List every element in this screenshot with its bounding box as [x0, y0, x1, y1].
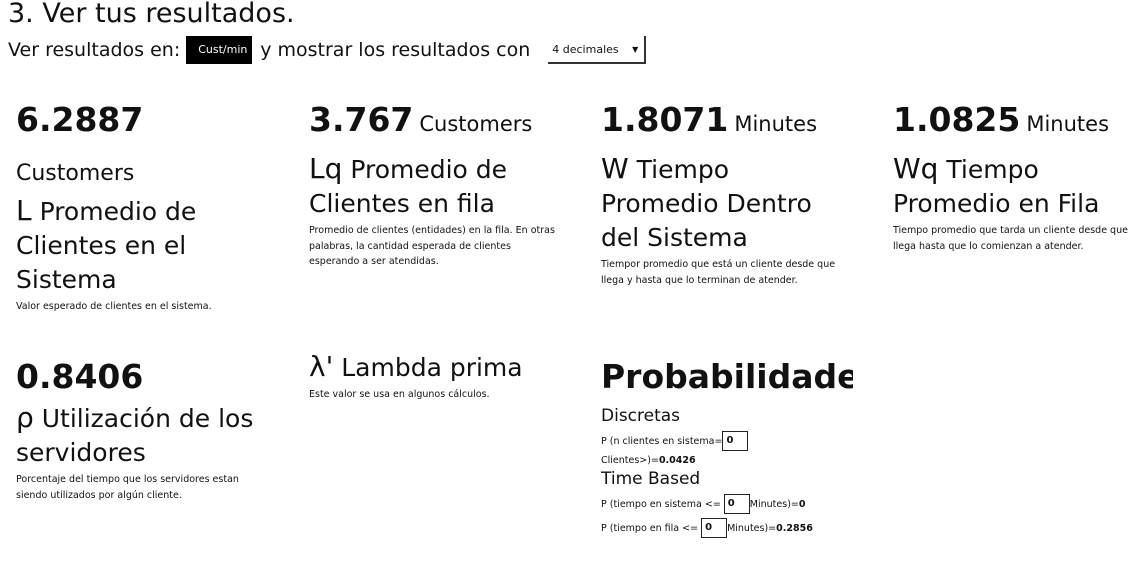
discrete-row: P (n clientes en sistema= 0: [601, 431, 861, 451]
metric-label: Wq Tiempo Promedio en Fila: [893, 152, 1131, 221]
metric-value: 6.2887: [16, 100, 144, 139]
metric-unit: Minutes: [1026, 112, 1110, 136]
discrete-result-prefix: Clientes>)=: [601, 455, 659, 466]
metric-card-L: 6.2887 Customers L Promedio de Clientes …: [16, 100, 264, 315]
queue-time-unit: Minutes)=: [727, 522, 777, 534]
metric-unit: Customers: [16, 161, 135, 186]
system-time-input[interactable]: 0: [723, 494, 750, 514]
probabilities-panel: Probabilidades Discretas P (n clientes e…: [601, 357, 861, 538]
metric-value-line: 3.767 Customers: [309, 100, 557, 144]
metric-label: W Tiempo Promedio Dentro del Sistema: [601, 152, 849, 255]
metric-value-line: 1.0825 Minutes: [893, 100, 1131, 144]
metric-unit: Customers: [419, 112, 533, 136]
system-time-unit: Minutes)=: [749, 498, 799, 510]
metric-description: Tiempo promedio que tarda un cliente des…: [893, 225, 1128, 252]
decimals-select[interactable]: 4 decimales ▼: [548, 36, 647, 64]
metric-value: 1.8071: [601, 100, 729, 139]
metric-symbol: W: [601, 152, 629, 185]
queue-time-result: 0.2856: [776, 522, 813, 534]
system-time-label: P (tiempo en sistema <=: [601, 498, 721, 510]
decimals-value: 4 decimales: [552, 42, 619, 56]
metric-label-text: Utilización de los servidores: [16, 404, 254, 467]
system-time-result: 0: [798, 498, 806, 510]
metric-label-text: Promedio de Clientes en el Sistema: [16, 197, 197, 294]
metric-card-Lq: 3.767 Customers Lq Promedio de Clientes e…: [309, 100, 557, 270]
discrete-n-input[interactable]: 0: [722, 431, 749, 451]
metric-value-line: 1.8071 Minutes: [601, 100, 849, 144]
metric-symbol: Lq: [309, 152, 343, 185]
chevron-down-icon: ▼: [632, 44, 639, 54]
discrete-label: P (n clientes en sistema=: [601, 435, 723, 447]
metric-label-text: Tiempo Promedio Dentro del Sistema: [601, 155, 812, 252]
section-title: 3. Ver tus resultados.: [8, 0, 295, 29]
metric-unit: Minutes: [734, 112, 818, 136]
metric-value: 1.0825: [893, 100, 1021, 139]
metric-description: Porcentaje del tiempo que los servidores…: [16, 474, 239, 501]
metric-symbol: ρ: [16, 401, 34, 434]
metric-description: Tiempor promedio que está un cliente des…: [601, 259, 836, 286]
metric-label: λ' Lambda prima: [309, 350, 557, 385]
metric-label: Lq Promedio de Clientes en fila: [309, 152, 557, 221]
metric-symbol: λ': [309, 350, 334, 383]
metric-label: L Promedio de Clientes en el Sistema: [16, 194, 264, 297]
metric-card-Wq: 1.0825 Minutes Wq Tiempo Promedio en Fila…: [893, 100, 1131, 254]
metric-description: Valor esperado de clientes en el sistema…: [16, 301, 212, 312]
unit-selector-button[interactable]: Cust/min: [186, 36, 253, 64]
metric-symbol: Wq: [893, 152, 939, 185]
metric-label: ρ Utilización de los servidores: [16, 401, 264, 470]
metric-description: Promedio de clientes (entidades) en la f…: [309, 225, 555, 267]
time-based-title: Time Based: [601, 469, 701, 489]
queue-time-label: P (tiempo en fila <=: [601, 522, 699, 534]
results-controls: Ver resultados en: Cust/min y mostrar lo…: [8, 36, 647, 64]
metric-description: Este valor se usa en algunos cálculos.: [309, 389, 490, 400]
show-with-label: y mostrar los resultados con: [260, 39, 531, 61]
system-time-row: P (tiempo en sistema <= 0 Minutes)= 0: [601, 494, 861, 514]
queue-time-input[interactable]: 0: [701, 518, 728, 538]
metric-card-rho: 0.8406 ρ Utilización de los servidores P…: [16, 357, 264, 503]
metric-card-W: 1.8071 Minutes W Tiempo Promedio Dentro d…: [601, 100, 849, 288]
probabilities-title: Probabilidades: [601, 357, 853, 396]
metric-value: 0.8406: [16, 357, 144, 396]
view-in-label: Ver resultados en:: [8, 39, 181, 61]
discrete-result: 0.0426: [658, 455, 696, 466]
metric-symbol: L: [16, 194, 32, 227]
discrete-result-row: Clientes>)= 0.0426: [601, 455, 861, 466]
metric-card-lambda: λ' Lambda prima Este valor se usa en alg…: [309, 350, 557, 403]
queue-time-row: P (tiempo en fila <= 0 Minutes)= 0.2856: [601, 518, 861, 538]
metric-label-text: Lambda prima: [341, 353, 523, 382]
discrete-title: Discretas: [601, 406, 681, 426]
metric-value: 3.767: [309, 100, 414, 139]
